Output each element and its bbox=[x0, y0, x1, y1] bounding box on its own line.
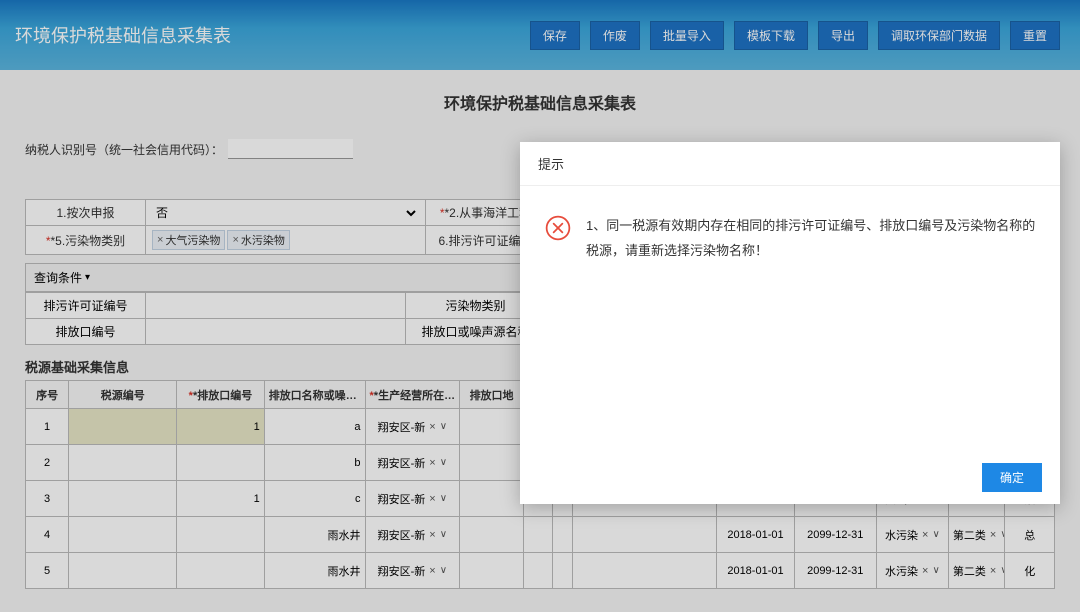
ok-button[interactable]: 确定 bbox=[982, 463, 1042, 492]
dialog-title: 提示 bbox=[520, 142, 1060, 186]
dialog-message: 1、同一税源有效期内存在相同的排污许可证编号、排放口编号及污染物名称的税源，请重… bbox=[586, 214, 1036, 263]
prompt-dialog: 提示 1、同一税源有效期内存在相同的排污许可证编号、排放口编号及污染物名称的税源… bbox=[520, 142, 1060, 504]
dialog-footer: 确定 bbox=[520, 451, 1060, 504]
error-icon bbox=[544, 214, 572, 242]
dialog-body: 1、同一税源有效期内存在相同的排污许可证编号、排放口编号及污染物名称的税源，请重… bbox=[520, 186, 1060, 451]
